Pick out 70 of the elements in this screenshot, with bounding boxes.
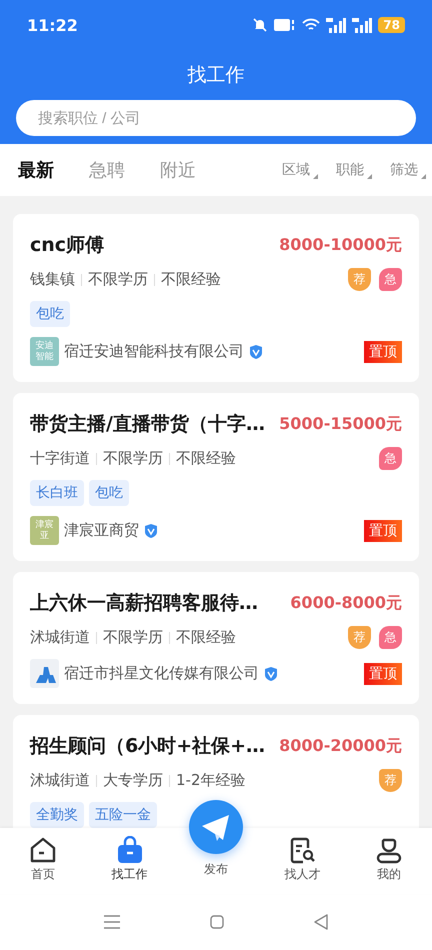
- job-requirement: 钱集镇: [30, 270, 75, 289]
- building-icon: [30, 659, 59, 688]
- job-title: cnc师傅: [30, 233, 104, 258]
- recommended-badge: 荐: [348, 268, 371, 291]
- nav-tab[interactable]: 首页: [0, 836, 86, 883]
- page-title: 找工作: [186, 63, 246, 88]
- caret-icon: [421, 174, 426, 179]
- recommended-badge: 荐: [348, 626, 371, 649]
- company-logo: 安迪智能: [30, 337, 59, 366]
- job-requirement: 不限学历: [103, 628, 163, 647]
- job-requirement: 不限学历: [103, 449, 163, 468]
- pinned-badge: 置顶: [364, 340, 402, 362]
- benefit-tag: 长白班: [30, 480, 84, 506]
- job-card[interactable]: 招生顾问（6小时+社保+… 8000-20000元 沭城街道 大专学历 1-2年经验 荐 全勤奖 五险一金: [13, 715, 419, 828]
- company-name: 宿迁安迪智能科技有限公司: [64, 342, 244, 361]
- signal-icon: [352, 18, 372, 32]
- menu-icon[interactable]: [104, 915, 120, 929]
- benefit-tag: 包吃: [30, 301, 70, 327]
- job-requirement: 沭城街道: [30, 628, 90, 647]
- caret-icon: [367, 174, 372, 179]
- caret-icon: [313, 174, 318, 179]
- job-title: 招生顾问（6小时+社保+…: [30, 734, 266, 759]
- salary: 6000-8000元: [290, 592, 402, 614]
- back-icon[interactable]: [314, 914, 328, 930]
- urgent-badge: 急: [379, 626, 402, 649]
- job-card[interactable]: cnc师傅 8000-10000元 钱集镇 不限学历 不限经验 荐 急 包吃 安迪智能 宿迁安迪智能科技有限公司 置顶: [13, 214, 419, 382]
- nav-tab[interactable]: 找人才: [259, 836, 346, 883]
- company-logo: 津宸亚: [30, 516, 59, 545]
- muted-bell-icon: [252, 17, 268, 33]
- benefit-tag: 全勤奖: [30, 802, 84, 828]
- job-requirement: 不限经验: [176, 628, 236, 647]
- job-requirement: 不限经验: [176, 449, 236, 468]
- job-requirement: 1-2年经验: [176, 771, 246, 790]
- job-title: 上六休一高薪招聘客服待…: [30, 591, 258, 616]
- battery-level: 78: [378, 17, 405, 33]
- salary: 8000-10000元: [279, 234, 402, 256]
- salary: 5000-15000元: [279, 414, 402, 434]
- job-title: 带货主播/直播带货（十字…: [30, 412, 265, 437]
- home-icon: [29, 836, 58, 864]
- filter-dropdown[interactable]: 筛选: [390, 161, 426, 179]
- resume-search-icon: [288, 836, 316, 864]
- job-requirement: 不限经验: [161, 270, 221, 289]
- signal-icon: [326, 18, 346, 32]
- job-requirement: 十字街道: [30, 449, 90, 468]
- nav-tab[interactable]: 我的: [346, 836, 432, 883]
- briefcase-icon: [116, 836, 144, 864]
- benefit-tag: 五险一金: [89, 802, 157, 828]
- company-name: 津宸亚商贸: [64, 521, 139, 540]
- benefit-tag: 包吃: [89, 480, 129, 506]
- salary: 8000-20000元: [279, 736, 402, 756]
- nav-tab[interactable]: 找工作: [86, 836, 173, 883]
- tab[interactable]: 最新: [18, 158, 54, 182]
- urgent-badge: 急: [379, 268, 402, 291]
- search-field[interactable]: 搜索职位 / 公司: [16, 100, 416, 136]
- home-square-icon[interactable]: [210, 915, 224, 929]
- company-name: 宿迁市抖星文化传媒有限公司: [64, 664, 259, 683]
- wifi-icon: [302, 18, 320, 32]
- status-time: 11:22: [27, 16, 78, 34]
- job-requirement: 大专学历: [103, 771, 163, 790]
- pinned-badge: 置顶: [364, 662, 402, 684]
- pinned-badge: 置顶: [364, 520, 402, 542]
- urgent-badge: 急: [379, 447, 402, 470]
- job-card[interactable]: 上六休一高薪招聘客服待… 6000-8000元 沭城街道 不限学历 不限经验 荐 急 宿迁市抖星文化传媒有限公司 置顶: [13, 572, 419, 704]
- filter-dropdown[interactable]: 区域: [282, 161, 318, 179]
- job-requirement: 沭城街道: [30, 771, 90, 790]
- job-card[interactable]: 带货主播/直播带货（十字… 5000-15000元 十字街道 不限学历 不限经验 急 长白班 包吃 津宸亚 津宸亚商贸 置顶: [13, 393, 419, 561]
- filter-dropdown[interactable]: 职能: [336, 161, 372, 179]
- user-icon: [374, 836, 403, 864]
- job-requirement: 不限学历: [88, 270, 148, 289]
- recommended-badge: 荐: [379, 769, 402, 792]
